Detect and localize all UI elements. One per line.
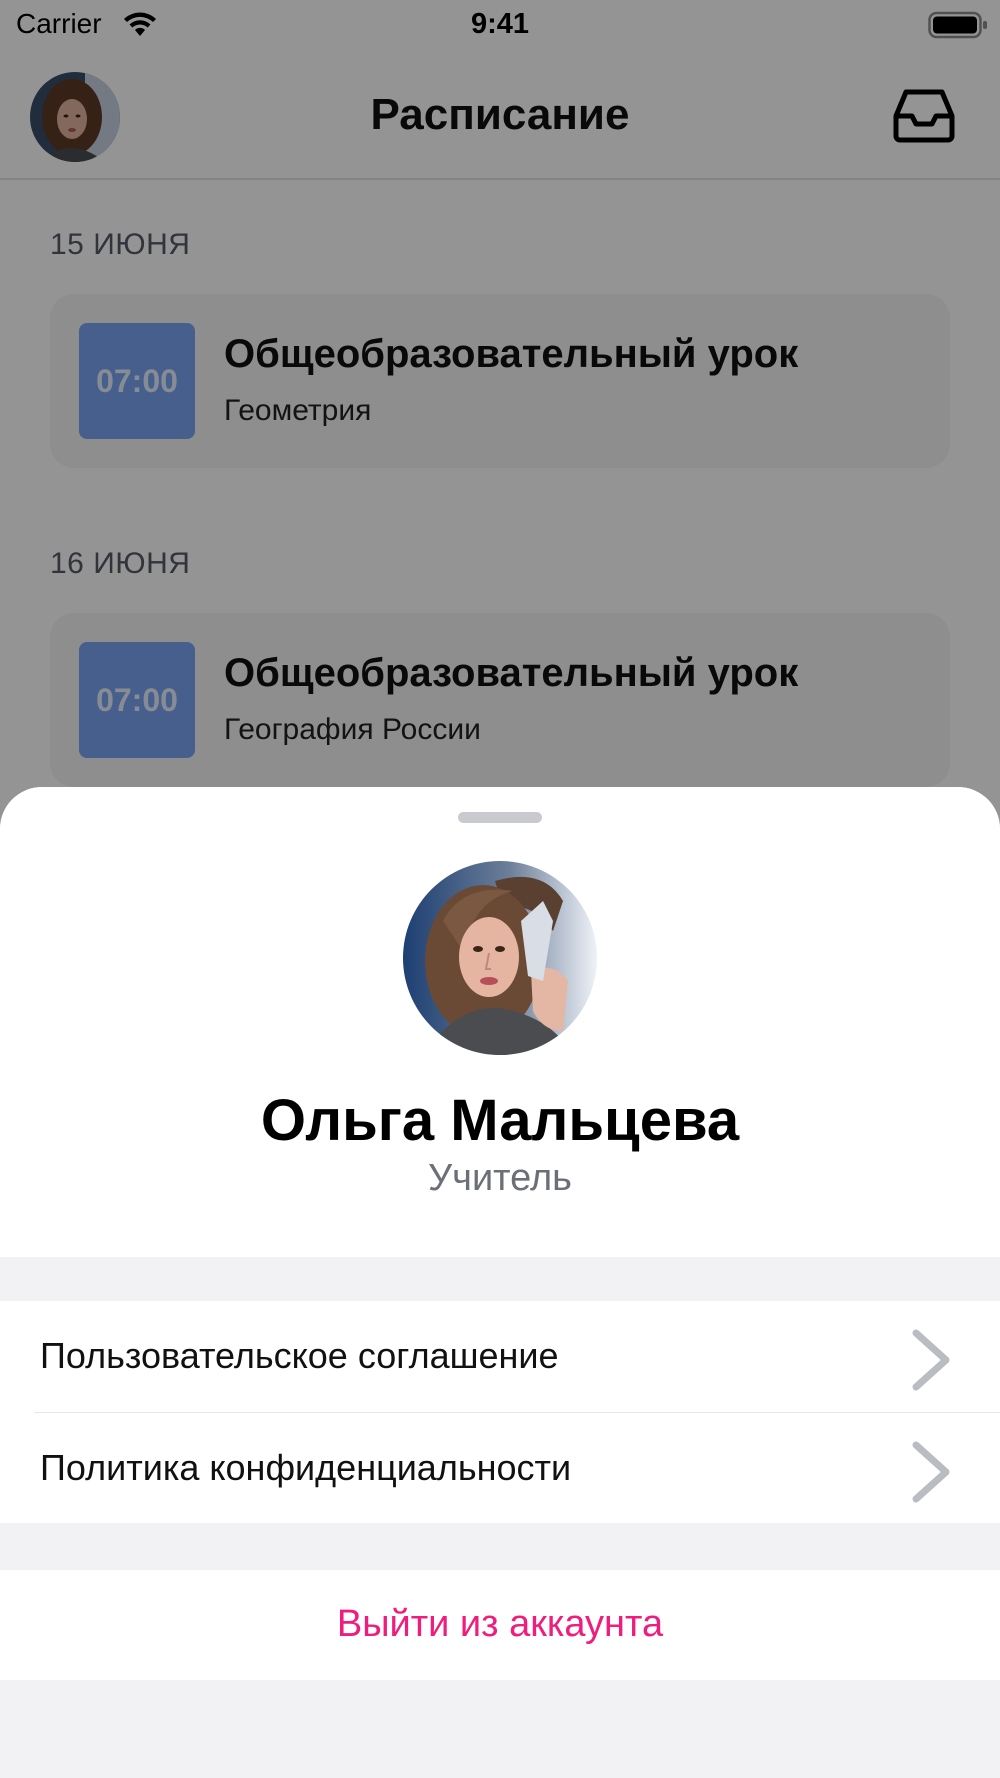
profile-header: Ольга Мальцева Учитель <box>0 787 1000 1257</box>
menu-item-label: Пользовательское соглашение <box>40 1335 559 1376</box>
logout-label: Выйти из аккаунта <box>336 1603 664 1645</box>
privacy-policy-row[interactable]: Политика конфиденциальности <box>0 1413 1000 1523</box>
profile-sheet: Ольга Мальцева Учитель Пользовательское … <box>0 787 1000 1778</box>
sheet-grabber[interactable] <box>458 812 542 823</box>
chevron-right-icon <box>912 1329 950 1391</box>
logout-button[interactable]: Выйти из аккаунта <box>0 1570 1000 1680</box>
menu-item-label: Политика конфиденциальности <box>40 1447 572 1488</box>
profile-avatar <box>403 861 597 1055</box>
settings-menu: Пользовательское соглашение Политика кон… <box>0 1301 1000 1523</box>
profile-name: Ольга Мальцева <box>260 1088 740 1153</box>
profile-role: Учитель <box>428 1157 572 1199</box>
chevron-right-icon <box>912 1441 950 1503</box>
user-agreement-row[interactable]: Пользовательское соглашение <box>0 1301 1000 1413</box>
profile-photo <box>403 861 597 1055</box>
